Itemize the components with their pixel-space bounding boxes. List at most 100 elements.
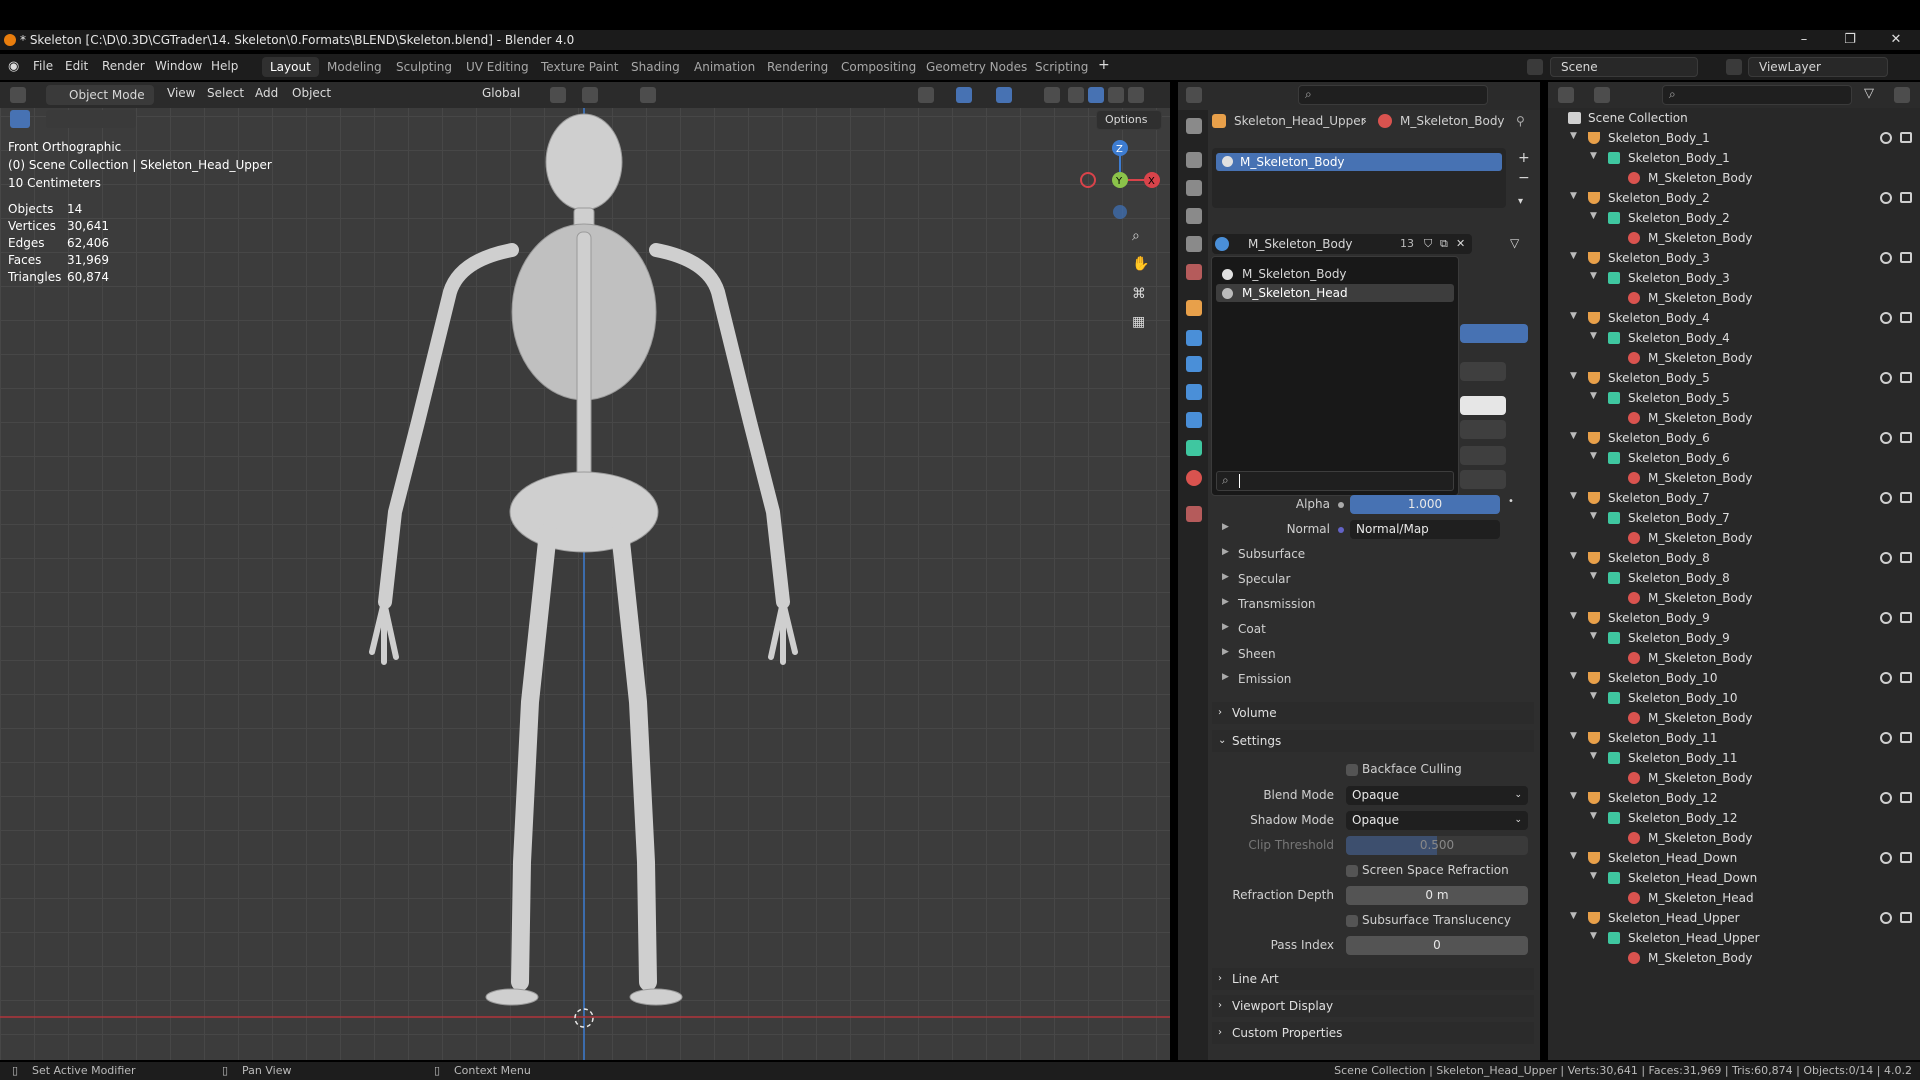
material-datablock-field[interactable]: M_Skeleton_Body 13 ⛉ ⧉ ✕ bbox=[1212, 234, 1472, 254]
expand-toggle-icon[interactable]: ▼ bbox=[1590, 211, 1597, 221]
duplicate-icon[interactable]: ⧉ bbox=[1440, 237, 1448, 251]
expand-toggle-icon[interactable]: ▼ bbox=[1570, 611, 1577, 621]
eye-icon[interactable] bbox=[1880, 852, 1892, 864]
outliner-mesh-row[interactable]: ▼ Skeleton_Body_4 bbox=[1548, 328, 1920, 348]
new-collection-icon[interactable] bbox=[1894, 87, 1910, 103]
tab-geometry-nodes[interactable]: Geometry Nodes bbox=[918, 57, 1035, 77]
close-button[interactable]: ✕ bbox=[1876, 32, 1916, 48]
panel-settings[interactable]: ⌄ Settings bbox=[1212, 730, 1534, 752]
outliner-mesh-row[interactable]: ▼ Skeleton_Body_8 bbox=[1548, 568, 1920, 588]
eye-icon[interactable] bbox=[1880, 912, 1892, 924]
physics-tab-icon[interactable] bbox=[1186, 384, 1202, 400]
render-camera-icon[interactable] bbox=[1900, 372, 1912, 383]
subpanel-subsurface[interactable]: ▶ Subsurface bbox=[1222, 547, 1305, 561]
grid-view-icon[interactable]: ▦ bbox=[1132, 314, 1145, 330]
browse-material-icon[interactable] bbox=[1215, 237, 1229, 251]
expand-toggle-icon[interactable]: ▼ bbox=[1570, 191, 1577, 201]
texture-tab-icon[interactable] bbox=[1186, 506, 1202, 522]
eye-icon[interactable] bbox=[1880, 732, 1892, 744]
expand-toggle-icon[interactable]: ▼ bbox=[1570, 371, 1577, 381]
fake-user-icon[interactable]: ⛉ bbox=[1424, 237, 1432, 251]
expand-toggle-icon[interactable]: ▼ bbox=[1570, 551, 1577, 561]
clip-threshold-field[interactable]: 0.500 bbox=[1346, 836, 1528, 855]
panel-line-art[interactable]: › Line Art bbox=[1212, 968, 1534, 990]
outliner-mesh-row[interactable]: ▼ Skeleton_Body_3 bbox=[1548, 268, 1920, 288]
render-tab-icon[interactable] bbox=[1186, 152, 1202, 168]
pan-hand-icon[interactable]: ✋ bbox=[1132, 256, 1149, 272]
outliner-search-input[interactable]: ⌕ bbox=[1662, 85, 1852, 105]
view-layer-icon[interactable] bbox=[1726, 59, 1742, 75]
expand-toggle-icon[interactable]: ▼ bbox=[1590, 451, 1597, 461]
node-filter-icon[interactable]: ▽ bbox=[1510, 236, 1519, 250]
outliner-mesh-row[interactable]: ▼ Skeleton_Body_6 bbox=[1548, 448, 1920, 468]
outliner-object-row[interactable]: ▼ Skeleton_Body_9 bbox=[1548, 608, 1920, 628]
expand-toggle-icon[interactable]: ▼ bbox=[1570, 731, 1577, 741]
render-camera-icon[interactable] bbox=[1900, 852, 1912, 863]
constraints-tab-icon[interactable] bbox=[1186, 412, 1202, 428]
outliner-object-row[interactable]: ▼ Skeleton_Body_8 bbox=[1548, 548, 1920, 568]
eye-icon[interactable] bbox=[1880, 132, 1892, 144]
alpha-field[interactable]: 1.000 bbox=[1350, 495, 1500, 514]
expand-toggle-icon[interactable]: ▼ bbox=[1590, 271, 1597, 281]
outliner-object-row[interactable]: ▼ Skeleton_Body_3 bbox=[1548, 248, 1920, 268]
minimize-button[interactable]: – bbox=[1784, 32, 1824, 48]
subpanel-sheen[interactable]: ▶ Sheen bbox=[1222, 647, 1276, 661]
slot-item-selected[interactable]: M_Skeleton_Body bbox=[1216, 153, 1502, 171]
outliner-mesh-row[interactable]: ▼ Skeleton_Body_12 bbox=[1548, 808, 1920, 828]
expand-toggle-icon[interactable]: ▼ bbox=[1590, 811, 1597, 821]
popup-item-hovered[interactable]: M_Skeleton_Head bbox=[1216, 284, 1454, 302]
tab-shading[interactable]: Shading bbox=[623, 57, 688, 77]
render-camera-icon[interactable] bbox=[1900, 132, 1912, 143]
eye-icon[interactable] bbox=[1880, 612, 1892, 624]
orientation-selector[interactable]: Global bbox=[482, 86, 520, 100]
outliner-material-row[interactable]: M_Skeleton_Body bbox=[1548, 588, 1920, 608]
expand-toggle-icon[interactable]: ▼ bbox=[1590, 511, 1597, 521]
outliner-material-row[interactable]: M_Skeleton_Body bbox=[1548, 408, 1920, 428]
outliner-material-row[interactable]: M_Skeleton_Body bbox=[1548, 168, 1920, 188]
breadcrumb-object[interactable]: Skeleton_Head_Upper bbox=[1234, 114, 1366, 128]
socket-dot[interactable] bbox=[1338, 502, 1344, 508]
expand-toggle-icon[interactable]: ▼ bbox=[1570, 791, 1577, 801]
properties-search-input[interactable]: ⌕ bbox=[1298, 85, 1488, 105]
expand-toggle-icon[interactable]: ▼ bbox=[1590, 151, 1597, 161]
material-name[interactable]: M_Skeleton_Body bbox=[1248, 237, 1353, 251]
add-menu[interactable]: Add bbox=[255, 86, 278, 100]
menu-window[interactable]: Window bbox=[155, 59, 202, 73]
gizmo-toggle-icon[interactable] bbox=[956, 87, 972, 103]
outliner-mesh-row[interactable]: ▼ Skeleton_Head_Upper bbox=[1548, 928, 1920, 948]
overlay-toggle-icon[interactable] bbox=[996, 87, 1012, 103]
backface-culling-checkbox[interactable] bbox=[1346, 764, 1358, 776]
outliner-mesh-row[interactable]: ▼ Skeleton_Body_7 bbox=[1548, 508, 1920, 528]
maximize-button[interactable]: ❐ bbox=[1830, 32, 1870, 48]
xray-icon[interactable] bbox=[1044, 87, 1060, 103]
zoom-icon[interactable]: ⌕ bbox=[1132, 228, 1140, 244]
render-camera-icon[interactable] bbox=[1900, 672, 1912, 683]
expand-toggle-icon[interactable]: ▼ bbox=[1590, 331, 1597, 341]
outliner-mesh-row[interactable]: ▼ Skeleton_Body_2 bbox=[1548, 208, 1920, 228]
ior-level-field[interactable] bbox=[1460, 446, 1506, 465]
material-slot-list[interactable]: M_Skeleton_Body bbox=[1212, 148, 1506, 208]
specular-field[interactable] bbox=[1460, 470, 1506, 489]
render-camera-icon[interactable] bbox=[1900, 732, 1912, 743]
proportional-edit-icon[interactable] bbox=[640, 87, 656, 103]
visibility-icon[interactable] bbox=[918, 87, 934, 103]
expand-toggle-icon[interactable]: ▼ bbox=[1570, 251, 1577, 261]
pass-index-field[interactable]: 0 bbox=[1346, 936, 1528, 955]
outliner-object-row[interactable]: ▼ Skeleton_Head_Down bbox=[1548, 848, 1920, 868]
add-workspace-button[interactable]: + bbox=[1098, 57, 1110, 73]
tab-uv-editing[interactable]: UV Editing bbox=[458, 57, 537, 77]
view-layer-tab-icon[interactable] bbox=[1186, 208, 1202, 224]
subpanel-emission[interactable]: ▶ Emission bbox=[1222, 672, 1291, 686]
navigation-gizmo[interactable]: Z Y X bbox=[1080, 140, 1160, 220]
tool-tab-icon[interactable] bbox=[1186, 118, 1202, 134]
menu-help[interactable]: Help bbox=[211, 59, 238, 73]
outliner-material-row[interactable]: M_Skeleton_Body bbox=[1548, 828, 1920, 848]
render-camera-icon[interactable] bbox=[1900, 792, 1912, 803]
expand-toggle-icon[interactable]: ▼ bbox=[1570, 491, 1577, 501]
panel-viewport-display[interactable]: › Viewport Display bbox=[1212, 995, 1534, 1017]
material-tab-icon[interactable] bbox=[1186, 470, 1202, 486]
render-camera-icon[interactable] bbox=[1900, 432, 1912, 443]
object-menu[interactable]: Object bbox=[292, 86, 331, 100]
expand-toggle-icon[interactable]: ▼ bbox=[1590, 691, 1597, 701]
output-tab-icon[interactable] bbox=[1186, 180, 1202, 196]
